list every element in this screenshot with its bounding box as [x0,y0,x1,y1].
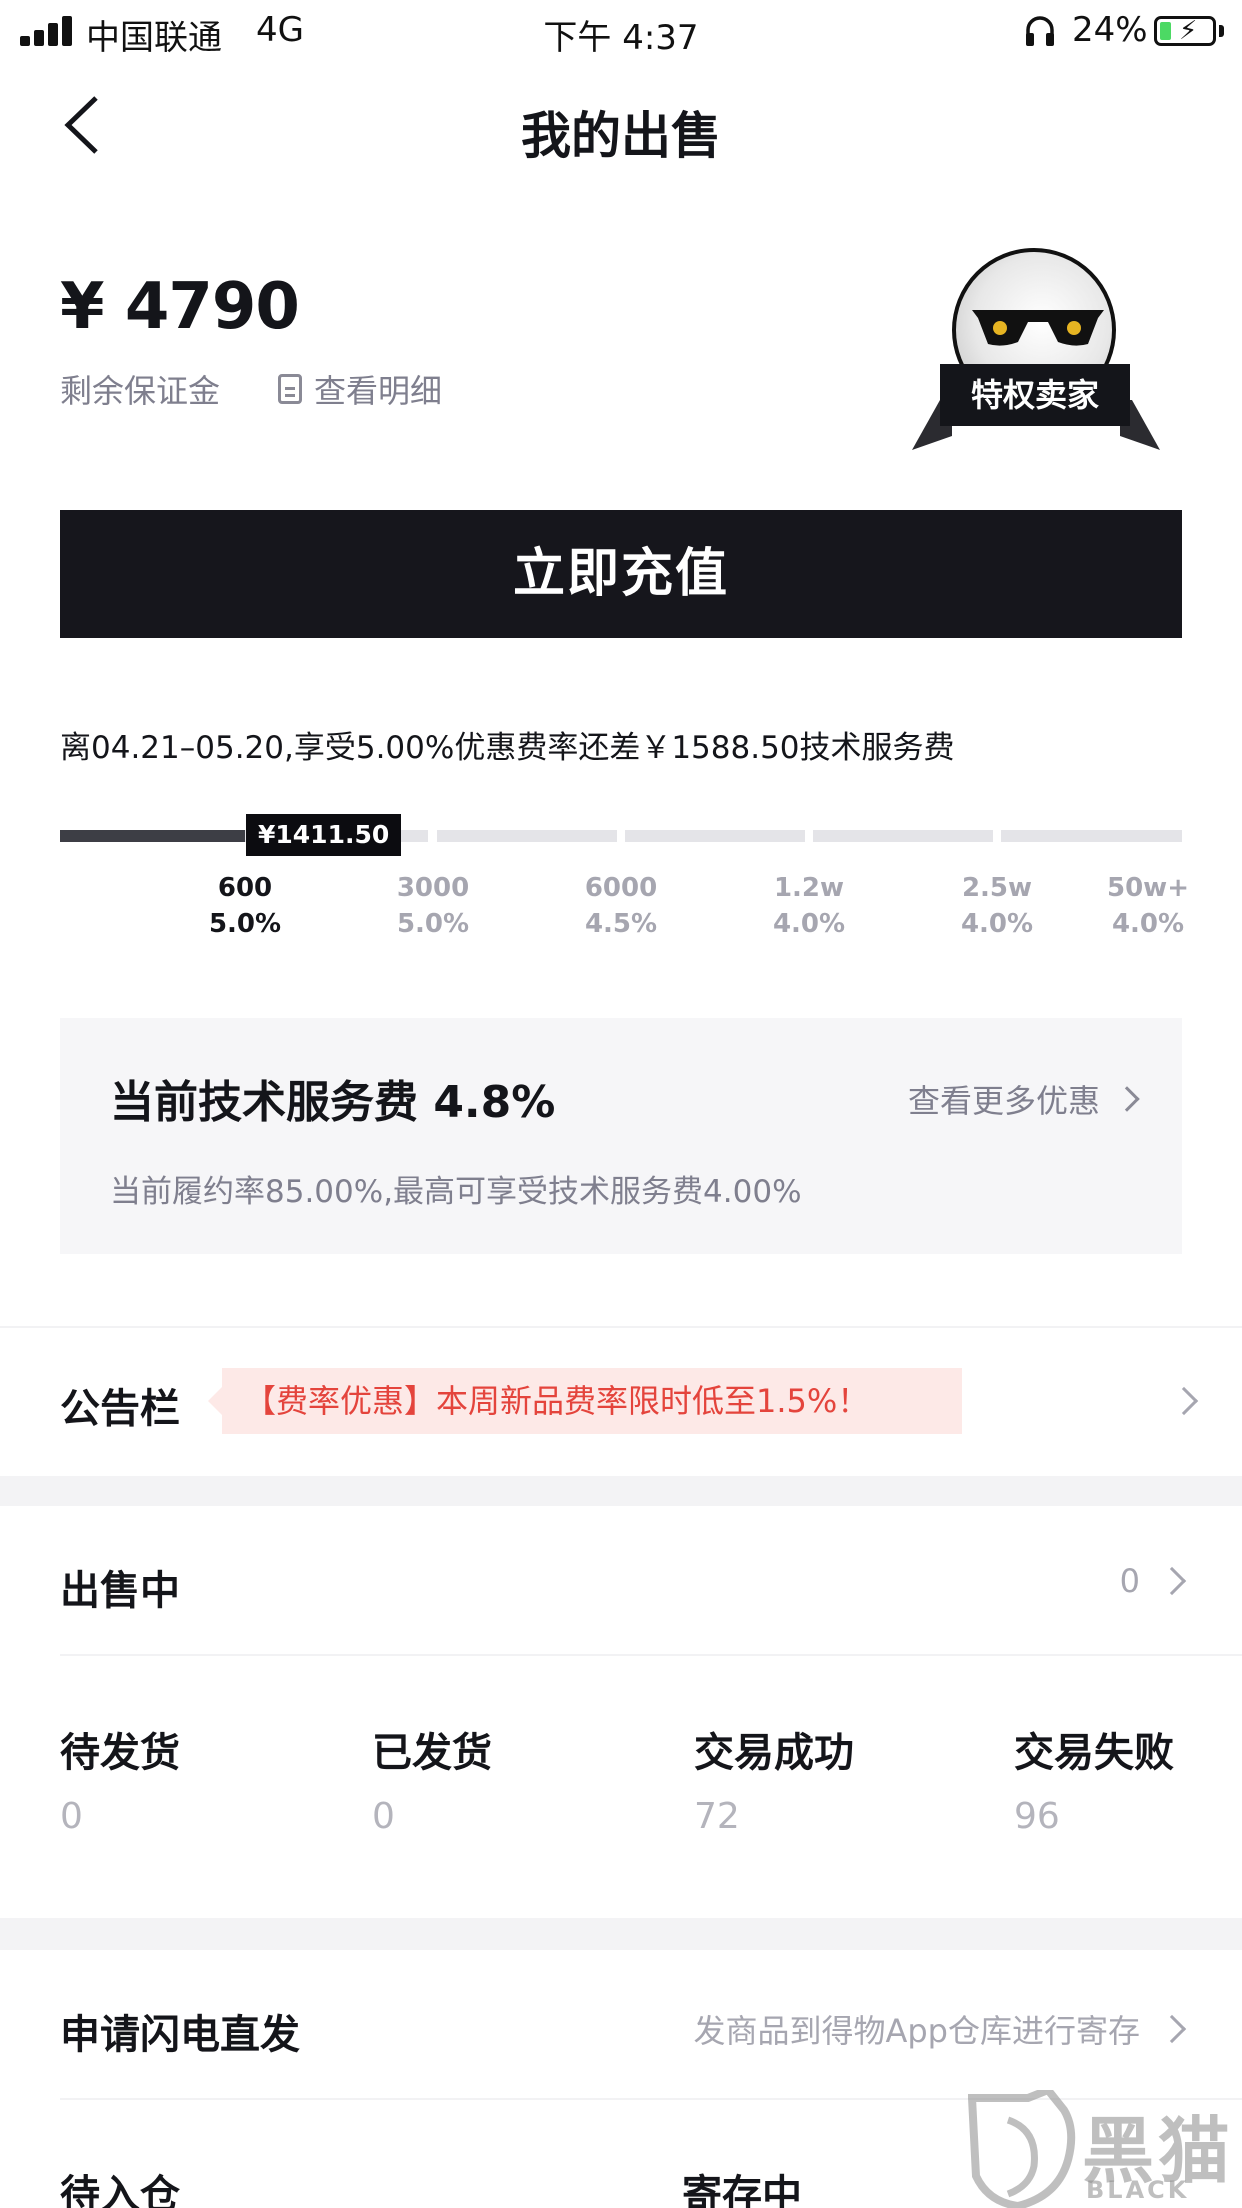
stat-label: 已发货 [372,1730,492,1776]
tier-item: 3000 5.0% [353,870,513,942]
tier-threshold: 50w+ [1107,873,1189,903]
more-offers-label: 查看更多优惠 [907,1082,1100,1120]
on-sale-count: 0 [1119,1562,1140,1600]
tier-rate: 5.0% [208,909,282,939]
tier-item: 50w+ 4.0% [1068,870,1228,942]
stat-success[interactable]: 交易成功 72 [694,1720,854,1837]
premium-seller-badge: 特权卖家 [940,364,1130,426]
tier-rate: 4.0% [960,909,1034,939]
tier-progress-fill [60,830,246,842]
view-detail-link[interactable]: 查看明细 [278,366,442,412]
fulfillment-rate-text: 当前履约率85.00%,最高可享受技术服务费4.00% [110,1174,802,1210]
tier-threshold: 2.5w [961,873,1033,903]
on-sale-link[interactable]: 0 [1119,1562,1187,1600]
tier-threshold: 600 [217,873,273,903]
stat-value: 96 [1014,1796,1060,1837]
tier-rate: 4.0% [1111,909,1185,939]
lightning-ship-hint: 发商品到得物App仓库进行寄存 [693,2012,1140,2050]
stat-label: 待发货 [60,1730,180,1776]
stat-value: 72 [694,1796,740,1837]
lightning-ship-link[interactable]: 发商品到得物App仓库进行寄存 [693,2006,1187,2052]
on-sale-label[interactable]: 出售中 [60,1558,180,1616]
tier-rate: 4.0% [772,909,846,939]
view-detail-label: 查看明细 [314,372,443,410]
divider [60,1654,1242,1656]
page-title: 我的出售 [521,107,721,165]
current-fee-card: 当前技术服务费 4.8% 查看更多优惠 当前履约率85.00%,最高可享受技术服… [60,1018,1182,1254]
tier-threshold: 1.2w [773,873,845,903]
stat-shipped[interactable]: 已发货 0 [372,1720,492,1837]
stat-label: 交易失败 [1014,1730,1174,1776]
deposit-label: 剩余保证金 [60,372,221,410]
battery-percent: 24% [1072,10,1148,50]
watermark-subtext: BLACK CAT [1086,2176,1190,2208]
tier-item: 2.5w 4.0% [917,870,1077,942]
deposit-amount: ¥ 4790 [60,270,300,344]
section-gap [0,1476,1242,1506]
section-gap [0,1918,1242,1950]
tier-item: 1.2w 4.0% [729,870,889,942]
chevron-right-icon [1114,1086,1140,1112]
tier-progress-bar [60,830,1182,842]
tier-item: 600 5.0% [165,870,325,942]
current-fee-title: 当前技术服务费 4.8% [110,1077,556,1128]
tier-item: 6000 4.5% [541,870,701,942]
tier-rate: 4.5% [584,909,658,939]
battery-cap [1219,25,1224,37]
battery-icon: ⚡ [1154,16,1216,46]
tier-threshold: 6000 [584,873,658,903]
tier-rate: 5.0% [396,909,470,939]
chevron-right-icon [1157,1566,1187,1596]
tier-threshold: 3000 [396,873,470,903]
document-icon [278,374,302,404]
sunglasses-icon [972,310,1104,346]
bulletin-notice[interactable]: 【费率优惠】本周新品费率限时低至1.5%！ [208,1368,962,1434]
lightning-ship-label[interactable]: 申请闪电直发 [60,2002,300,2060]
stat-failed[interactable]: 交易失败 96 [1014,1720,1174,1837]
fee-discount-notice: 离04.21–05.20,享受5.00%优惠费率还差￥1588.50技术服务费 [60,730,955,766]
recharge-button[interactable]: 立即充值 [60,510,1182,638]
more-offers-link[interactable]: 查看更多优惠 [907,1076,1140,1122]
status-bar: 中国联通 4G 下午 4:37 24% ⚡ [0,0,1242,64]
in-storage-label[interactable]: 寄存中 [682,2162,802,2208]
headphone-icon [1026,16,1054,46]
bulletin-label: 公告栏 [60,1386,180,1432]
stat-value: 0 [60,1796,83,1837]
stat-label: 交易成功 [694,1730,854,1776]
chevron-right-icon [1157,2014,1187,2044]
stat-value: 0 [372,1796,395,1837]
progress-value-tag: ¥1411.50 [246,814,402,856]
stat-pending-shipment[interactable]: 待发货 0 [60,1720,180,1837]
divider [0,1326,1242,1328]
pending-warehouse-label[interactable]: 待入仓 [60,2162,180,2208]
bulletin-chevron-icon[interactable] [1169,1386,1199,1416]
